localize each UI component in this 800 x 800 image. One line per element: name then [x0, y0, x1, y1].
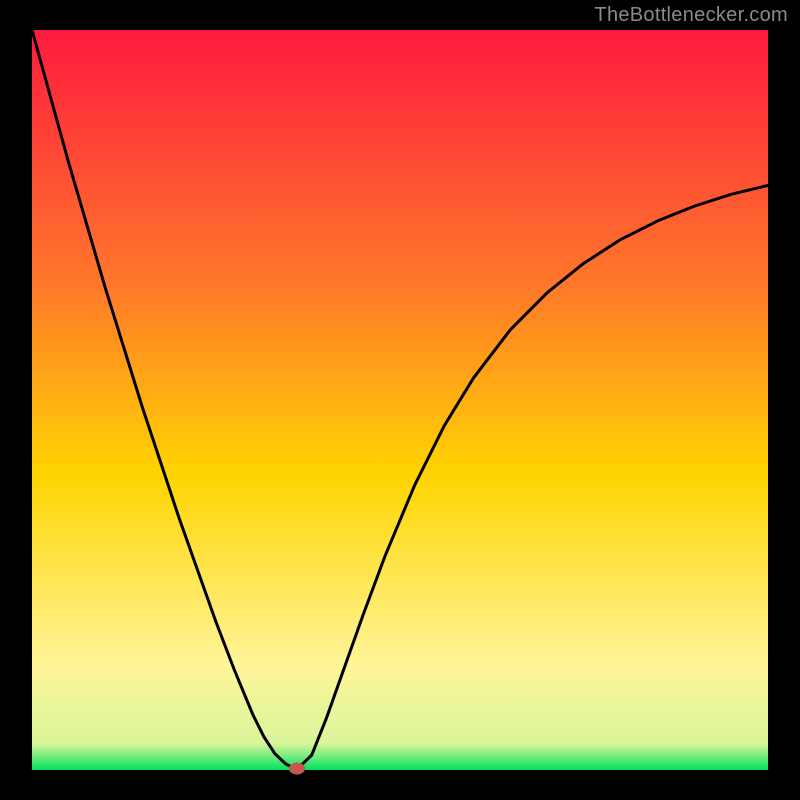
optimal-point-marker — [289, 763, 305, 775]
plot-background — [32, 30, 768, 770]
chart-svg — [0, 0, 800, 800]
watermark-text: TheBottleneсker.com — [594, 4, 788, 27]
chart-frame: TheBottleneсker.com — [0, 0, 800, 800]
